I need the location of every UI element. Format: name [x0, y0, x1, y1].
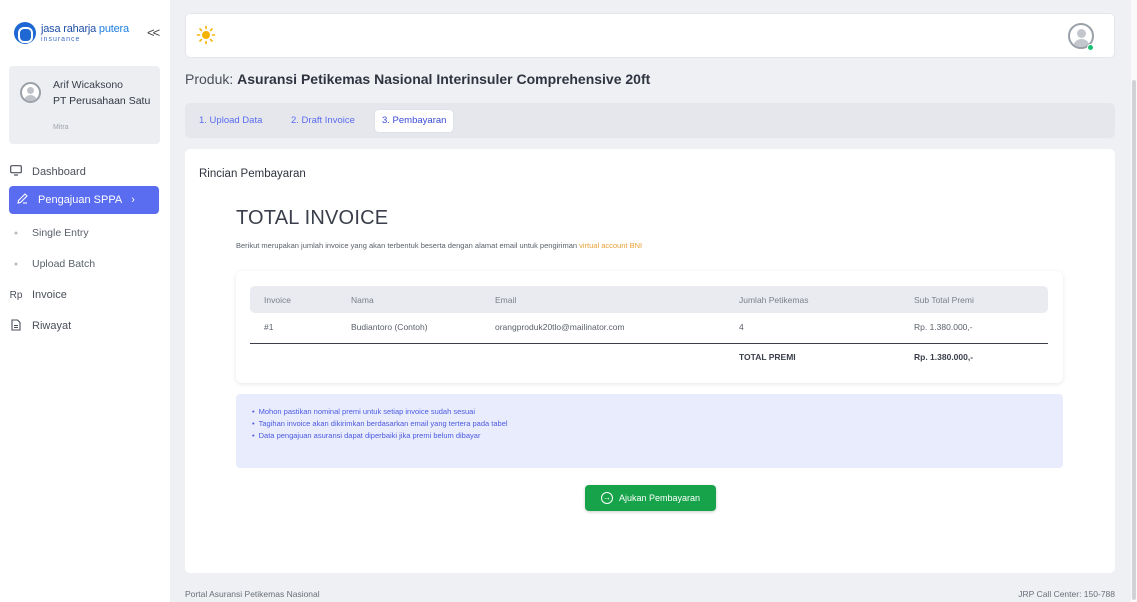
- info-notes: Mohon pastikan nominal premi untuk setia…: [236, 394, 1063, 468]
- sidebar-item-label: Dashboard: [32, 166, 86, 178]
- ajukan-pembayaran-button[interactable]: → Ajukan Pembayaran: [585, 485, 716, 511]
- cell-jumlah: 4: [739, 322, 744, 332]
- cell-subtotal: Rp. 1.380.000,-: [914, 322, 973, 332]
- online-status-dot: [1087, 44, 1094, 51]
- user-role: Mitra: [53, 124, 69, 131]
- description: Berikut merupakan jumlah invoice yang ak…: [236, 241, 643, 250]
- user-name: Arif Wicaksono: [53, 79, 124, 91]
- sidebar-item-label: Upload Batch: [32, 258, 96, 270]
- invoice-table: Invoice Nama Email Jumlah Petikemas Sub …: [236, 271, 1063, 383]
- note-item: Tagihan invoice akan dikirimkan berdasar…: [258, 418, 508, 430]
- top-bar: [185, 13, 1115, 58]
- footer-portal-name: Portal Asuransi Petikemas Nasional: [185, 589, 320, 599]
- chevron-right-icon: ›: [131, 194, 135, 206]
- sidebar-item-pengajuan-sppa[interactable]: Pengajuan SPPA ›: [9, 186, 159, 214]
- sidebar-item-label: Invoice: [32, 289, 67, 301]
- tab-pembayaran[interactable]: 3. Pembayaran: [375, 110, 454, 132]
- scrollbar[interactable]: [1131, 0, 1137, 602]
- rupiah-icon: Rp: [9, 289, 23, 301]
- pencil-icon: [15, 193, 29, 207]
- column-header-nama: Nama: [351, 295, 374, 305]
- tab-draft-invoice[interactable]: 2. Draft Invoice: [291, 110, 355, 132]
- sidebar: jasa raharja putera insurance << Arif Wi…: [0, 0, 170, 602]
- cell-invoice: #1: [264, 322, 274, 332]
- table-header: Invoice Nama Email Jumlah Petikemas Sub …: [250, 286, 1048, 313]
- tab-upload-data[interactable]: 1. Upload Data: [199, 110, 262, 132]
- sidebar-item-label: Pengajuan SPPA: [38, 194, 123, 206]
- sidebar-item-riwayat[interactable]: Riwayat: [9, 312, 159, 340]
- scrollbar-thumb[interactable]: [1132, 80, 1136, 600]
- sidebar-item-invoice[interactable]: Rp Invoice: [9, 281, 159, 309]
- brand-logo[interactable]: jasa raharja putera insurance: [14, 20, 164, 46]
- column-header-jumlah: Jumlah Petikemas: [739, 295, 809, 305]
- jrp-logo-icon: [14, 22, 36, 44]
- column-header-subtotal: Sub Total Premi: [914, 295, 974, 305]
- sidebar-item-single-entry[interactable]: ● Single Entry: [9, 219, 159, 247]
- brand-name: jasa raharja putera: [41, 22, 129, 35]
- sidebar-item-label: Single Entry: [32, 227, 89, 239]
- note-item: Data pengajuan asuransi dapat diperbaiki…: [258, 430, 508, 442]
- total-premi-label: TOTAL PREMI: [739, 352, 796, 362]
- total-invoice-heading: TOTAL INVOICE: [236, 207, 389, 229]
- section-title: Rincian Pembayaran: [199, 168, 306, 180]
- note-item: Mohon pastikan nominal premi untuk setia…: [258, 406, 508, 418]
- cell-email: orangproduk20tlo@mailinator.com: [495, 322, 625, 332]
- user-company: PT Perusahaan Satu: [53, 95, 151, 107]
- payment-details-card: Rincian Pembayaran TOTAL INVOICE Berikut…: [185, 149, 1115, 573]
- virtual-account-highlight: virtual account BNI: [579, 241, 643, 250]
- product-name: Asuransi Petikemas Nasional Interinsuler…: [237, 71, 651, 87]
- divider: [250, 343, 1048, 344]
- sidebar-item-upload-batch[interactable]: ● Upload Batch: [9, 250, 159, 278]
- cell-nama: Budiantoro (Contoh): [351, 322, 428, 332]
- sidebar-item-dashboard[interactable]: Dashboard: [9, 158, 159, 186]
- step-tabs: 1. Upload Data 2. Draft Invoice 3. Pemba…: [185, 103, 1115, 138]
- document-icon: [9, 318, 23, 334]
- dot-icon: ●: [13, 229, 19, 237]
- arrow-right-circle-icon: →: [600, 492, 613, 504]
- brand-subtitle: insurance: [41, 35, 81, 43]
- monitor-icon: [9, 165, 23, 179]
- column-header-invoice: Invoice: [264, 295, 291, 305]
- sidebar-item-label: Riwayat: [32, 320, 72, 332]
- footer-call-center: JRP Call Center: 150-788: [1018, 589, 1115, 599]
- dot-icon: ●: [13, 260, 19, 268]
- avatar: [20, 82, 41, 103]
- column-header-email: Email: [495, 295, 517, 305]
- page-title: Produk: Asuransi Petikemas Nasional Inte…: [185, 71, 651, 87]
- total-premi-value: Rp. 1.380.000,-: [914, 352, 974, 362]
- sun-icon[interactable]: [196, 25, 216, 45]
- user-card: Arif Wicaksono PT Perusahaan Satu Mitra: [9, 66, 160, 144]
- collapse-sidebar-button[interactable]: <<: [147, 25, 160, 40]
